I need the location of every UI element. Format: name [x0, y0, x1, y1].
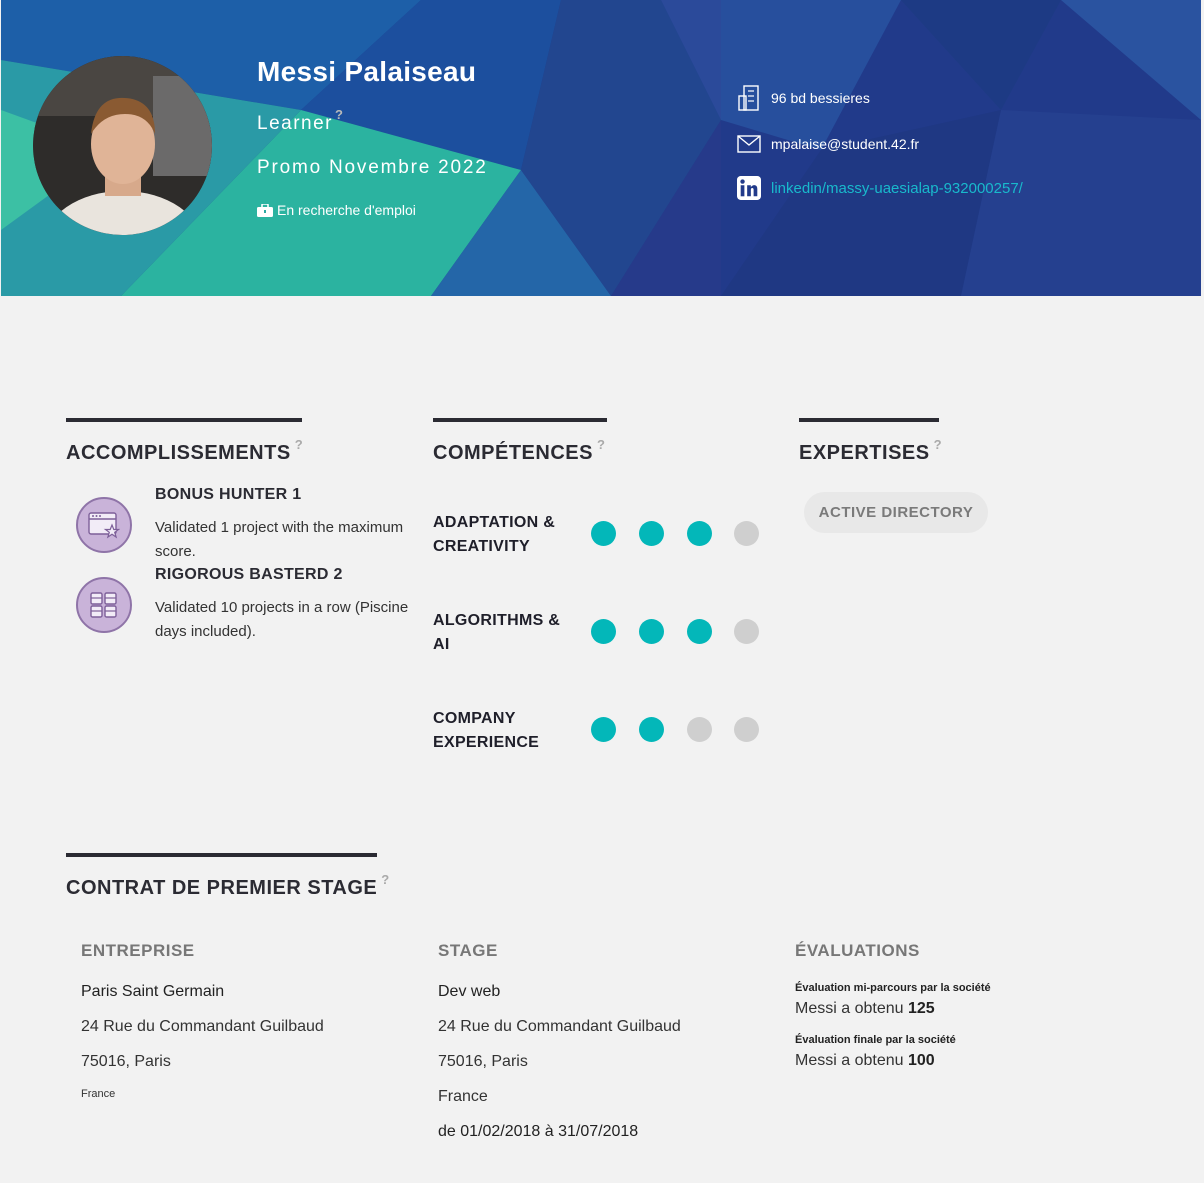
evaluation-prefix: Messi a obtenu	[795, 1000, 904, 1017]
evaluations-heading: ÉVALUATIONS	[795, 941, 920, 960]
window-star-icon	[76, 497, 132, 553]
skill-dot-filled	[687, 521, 712, 546]
role-label: Learner	[257, 113, 333, 134]
accomplishments-help-icon[interactable]: ?	[295, 437, 303, 452]
skills-title-text: COMPÉTENCES	[433, 442, 593, 464]
skill-label: ADAPTATION & CREATIVITY	[433, 514, 556, 555]
skill-dot-filled	[591, 521, 616, 546]
accomplishments-bar	[66, 418, 302, 422]
skills-bar	[433, 418, 607, 422]
profile-promo: Promo Novembre 2022	[257, 157, 488, 178]
company-country: France	[81, 1088, 116, 1100]
contact-email: mpalaise@student.42.fr	[737, 132, 919, 156]
evaluation-result: Messi a obtenu 100	[795, 1052, 935, 1070]
expertises-title-text: EXPERTISES	[799, 442, 930, 464]
linkedin-link[interactable]: linkedin/massy-uaesialap-932000257/	[771, 180, 1023, 197]
company-heading: ENTREPRISE	[81, 941, 195, 960]
stage-country: France	[438, 1088, 488, 1105]
stage-heading: STAGE	[438, 941, 498, 960]
profile-avatar	[33, 56, 212, 235]
accomplishment-title: RIGOROUS BASTERD 2	[155, 566, 343, 583]
skill-dot-empty	[734, 717, 759, 742]
grid-blocks-icon	[76, 577, 132, 633]
evaluation-label: Évaluation finale par la société	[795, 1034, 956, 1046]
profile-role: Learner?	[257, 107, 343, 135]
skill-dot-empty	[734, 619, 759, 644]
stage-name: Dev web	[438, 983, 501, 1000]
contact-address: 96 bd bessieres	[737, 85, 870, 111]
accomplishments-title: ACCOMPLISSEMENTS?	[66, 437, 303, 465]
contact-linkedin[interactable]: linkedin/massy-uaesialap-932000257/	[737, 176, 1023, 200]
briefcase-icon	[257, 203, 273, 217]
expertises-bar	[799, 418, 939, 422]
internship-title-text: CONTRAT DE PREMIER STAGE	[66, 877, 378, 899]
company-street: 24 Rue du Commandant Guilbaud	[81, 1018, 324, 1035]
skill-dot-filled	[687, 619, 712, 644]
evaluation-label: Évaluation mi-parcours par la société	[795, 982, 991, 994]
expertises-help-icon[interactable]: ?	[934, 437, 942, 452]
skill-label: ALGORITHMS & AI	[433, 612, 561, 653]
envelope-icon	[737, 132, 761, 156]
stage-dates: de 01/02/2018 à 31/07/2018	[438, 1123, 639, 1140]
building-icon	[737, 85, 761, 111]
stage-city: 75016, Paris	[438, 1053, 528, 1070]
company-name: Paris Saint Germain	[81, 983, 225, 1000]
skill-dot-empty	[687, 717, 712, 742]
evaluation-prefix: Messi a obtenu	[795, 1052, 904, 1069]
job-status-label: En recherche d'emploi	[277, 202, 416, 218]
internship-title: CONTRAT DE PREMIER STAGE?	[66, 872, 390, 900]
internship-bar	[66, 853, 377, 857]
skill-dot-filled	[591, 619, 616, 644]
expertises-title: EXPERTISES?	[799, 437, 942, 465]
skill-dot-filled	[639, 521, 664, 546]
internship-help-icon[interactable]: ?	[381, 872, 389, 887]
evaluation-score: 125	[907, 1000, 935, 1017]
profile-header: Messi Palaiseau Learner? Promo Novembre …	[1, 0, 1201, 296]
company-city: 75016, Paris	[81, 1053, 171, 1070]
job-status: En recherche d'emploi	[257, 202, 416, 218]
accomplishment-description: Validated 1 project with the maximum sco…	[155, 519, 404, 560]
accomplishments-title-text: ACCOMPLISSEMENTS	[66, 442, 291, 464]
linkedin-icon	[737, 176, 761, 200]
role-help-icon[interactable]: ?	[335, 107, 343, 122]
accomplishment-title: BONUS HUNTER 1	[155, 486, 302, 503]
profile-name: Messi Palaiseau	[257, 56, 477, 87]
evaluation-score: 100	[907, 1052, 935, 1069]
skill-dot-filled	[591, 717, 616, 742]
accomplishment-description: Validated 10 projects in a row (Piscine …	[155, 599, 409, 640]
skill-label: COMPANY EXPERIENCE	[433, 710, 540, 751]
evaluation-result: Messi a obtenu 125	[795, 1000, 935, 1018]
expertise-tag[interactable]: ACTIVE DIRECTORY	[804, 492, 988, 533]
skills-title: COMPÉTENCES?	[433, 437, 605, 465]
address-text: 96 bd bessieres	[771, 90, 870, 106]
email-text[interactable]: mpalaise@student.42.fr	[771, 136, 919, 152]
skill-dot-empty	[734, 521, 759, 546]
skill-dot-filled	[639, 619, 664, 644]
skills-help-icon[interactable]: ?	[597, 437, 605, 452]
skill-dot-filled	[639, 717, 664, 742]
stage-street: 24 Rue du Commandant Guilbaud	[438, 1018, 681, 1035]
